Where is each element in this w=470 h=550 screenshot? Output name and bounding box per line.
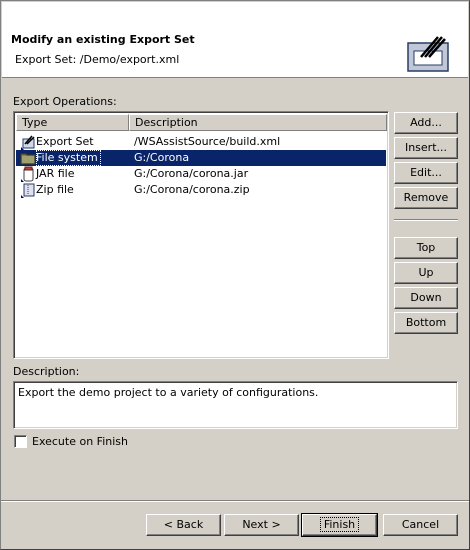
row-description: G:/Corona/corona.jar — [134, 167, 249, 180]
footer-separator — [1, 500, 469, 502]
next-button[interactable]: Next > — [224, 514, 299, 536]
cancel-button[interactable]: Cancel — [383, 514, 458, 536]
description-field[interactable]: Export the demo project to a variety of … — [13, 381, 458, 429]
table-row[interactable]: Export Set /WSAssistSource/build.xml — [16, 134, 386, 150]
finish-button[interactable]: Finish — [301, 513, 378, 537]
export-set-icon — [21, 135, 35, 150]
move-down-button[interactable]: Down — [394, 287, 458, 309]
export-set-dialog: Modify an existing Export Set Export Set… — [0, 0, 470, 550]
table-header: Type Description — [16, 114, 387, 131]
row-description: G:/Corona/corona.zip — [134, 183, 250, 196]
table-row[interactable]: Zip file G:/Corona/corona.zip — [16, 182, 386, 198]
back-button[interactable]: < Back — [146, 514, 221, 536]
export-operations-label: Export Operations: — [13, 95, 117, 108]
description-label: Description: — [13, 365, 80, 378]
move-up-button[interactable]: Up — [394, 262, 458, 284]
row-type: Zip file — [36, 183, 74, 196]
finish-label: Finish — [319, 517, 360, 532]
move-top-button[interactable]: Top — [394, 237, 458, 259]
row-type: File system — [36, 150, 101, 166]
row-description: G:/Corona — [134, 151, 190, 164]
export-set-wizard-icon — [407, 36, 449, 72]
insert-button[interactable]: Insert... — [394, 137, 458, 159]
zip-icon — [21, 183, 35, 198]
table-row[interactable]: JAR file G:/Corona/corona.jar — [16, 166, 386, 182]
column-header-description[interactable]: Description — [129, 114, 387, 131]
button-separator — [394, 219, 458, 221]
remove-button[interactable]: Remove — [394, 187, 458, 209]
move-bottom-button[interactable]: Bottom — [394, 312, 458, 334]
row-type: JAR file — [36, 167, 75, 180]
folder-icon — [20, 153, 36, 165]
column-header-type[interactable]: Type — [16, 114, 129, 131]
execute-on-finish-checkbox[interactable] — [14, 435, 27, 448]
wizard-subtitle: Export Set: /Demo/export.xml — [15, 53, 180, 66]
execute-on-finish-label[interactable]: Execute on Finish — [32, 435, 128, 448]
export-operations-table[interactable]: Type Description Export Set /WSAssistSou… — [13, 111, 389, 359]
table-row[interactable]: File system G:/Corona — [16, 150, 386, 166]
wizard-title: Modify an existing Export Set — [11, 33, 195, 46]
edit-button[interactable]: Edit... — [394, 162, 458, 184]
wizard-banner: Modify an existing Export Set Export Set… — [2, 2, 468, 78]
add-button[interactable]: Add... — [394, 112, 458, 134]
row-type: Export Set — [36, 135, 94, 148]
row-description: /WSAssistSource/build.xml — [134, 135, 281, 148]
jar-icon — [21, 166, 34, 182]
